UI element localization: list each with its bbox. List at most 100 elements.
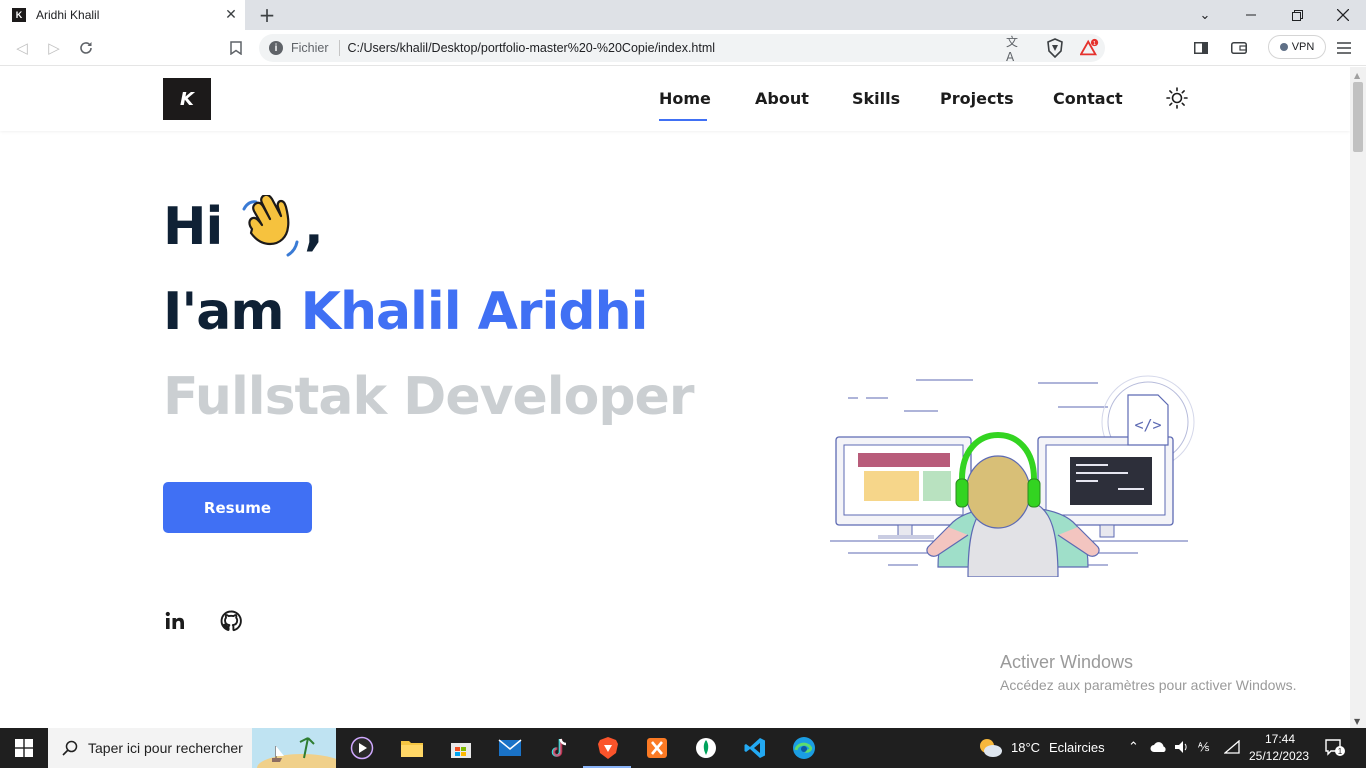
brave-browser-icon[interactable] bbox=[594, 734, 622, 762]
search-highlight-art bbox=[252, 728, 336, 768]
file-explorer-icon[interactable] bbox=[398, 734, 426, 762]
minimize-button[interactable] bbox=[1228, 0, 1274, 30]
windows-activation-title: Activer Windows bbox=[1000, 652, 1134, 672]
bookmark-glyph bbox=[230, 41, 242, 55]
translate-icon[interactable]: 文A bbox=[1006, 35, 1026, 64]
waving-hand-icon bbox=[242, 195, 299, 257]
shield-glyph bbox=[1047, 38, 1063, 58]
forward-icon[interactable]: ▷ bbox=[44, 38, 64, 58]
site-info-icon[interactable]: i bbox=[269, 41, 283, 55]
brave-rewards-icon[interactable]: 1 bbox=[1080, 38, 1100, 58]
edge-icon[interactable] bbox=[790, 734, 818, 762]
url-scheme-label: Fichier bbox=[291, 41, 329, 55]
weather-icon[interactable] bbox=[977, 736, 1003, 760]
hero-name-line: I'am Khalil Aridhi bbox=[163, 282, 649, 342]
xampp-icon[interactable] bbox=[643, 734, 671, 762]
restore-icon bbox=[1291, 9, 1303, 21]
search-icon bbox=[62, 740, 78, 756]
brave-lion-glyph bbox=[598, 737, 618, 759]
browser-tab[interactable]: K Aridhi Khalil ✕ bbox=[0, 0, 245, 30]
onedrive-cloud-icon[interactable] bbox=[1150, 741, 1168, 753]
taskbar-search[interactable]: Taper ici pour rechercher bbox=[48, 728, 336, 768]
volume-icon[interactable] bbox=[1174, 740, 1190, 754]
close-window-button[interactable] bbox=[1320, 0, 1366, 30]
mongodb-compass-icon[interactable] bbox=[692, 734, 720, 762]
windows-taskbar: Taper ici pour rechercher 18°C Eclaircie… bbox=[0, 728, 1366, 768]
nav-projects[interactable]: Projects bbox=[940, 89, 1014, 108]
media-player-glyph bbox=[350, 736, 374, 760]
mongodb-leaf-glyph bbox=[696, 738, 716, 758]
taskbar-clock-date[interactable]: 25/12/2023 bbox=[1249, 749, 1309, 763]
url-text[interactable]: C:/Users/khalil/Desktop/portfolio-master… bbox=[348, 41, 716, 55]
vscode-icon[interactable] bbox=[741, 734, 769, 762]
page-scrollbar[interactable]: ▲ ▼ bbox=[1350, 67, 1366, 728]
mail-glyph bbox=[498, 739, 522, 756]
hamburger-glyph bbox=[1337, 42, 1351, 54]
reload-glyph bbox=[80, 42, 92, 54]
menu-icon[interactable] bbox=[1334, 38, 1354, 58]
nav-about[interactable]: About bbox=[755, 89, 809, 108]
edge-glyph bbox=[793, 737, 815, 759]
svg-text:</>: </> bbox=[1134, 416, 1161, 434]
page-viewport: K Home About Skills Projects Contact Hi … bbox=[0, 67, 1350, 728]
vpn-status-icon bbox=[1279, 43, 1288, 51]
omnibox-divider bbox=[338, 40, 340, 56]
browser-toolbar: ◁ ▷ i Fichier C:/Users/khalil/Desktop/po… bbox=[0, 30, 1366, 66]
tab-title: Aridhi Khalil bbox=[36, 8, 100, 22]
vpn-button[interactable]: VPN bbox=[1268, 35, 1326, 59]
tiktok-icon[interactable] bbox=[545, 734, 573, 762]
back-icon[interactable]: ◁ bbox=[12, 38, 32, 58]
input-method-icon[interactable]: ⅍ bbox=[1198, 740, 1209, 754]
vscode-glyph bbox=[744, 738, 765, 758]
new-tab-button[interactable]: + bbox=[256, 4, 278, 26]
bookmark-icon[interactable] bbox=[226, 38, 246, 58]
close-tab-icon[interactable]: ✕ bbox=[223, 7, 239, 23]
address-bar[interactable]: i Fichier C:/Users/khalil/Desktop/portfo… bbox=[259, 34, 1105, 62]
vpn-label: VPN bbox=[1291, 41, 1315, 53]
rewards-badge: 1 bbox=[1093, 41, 1096, 47]
rewards-glyph: 1 bbox=[1080, 38, 1099, 56]
microsoft-store-icon[interactable] bbox=[447, 734, 475, 762]
show-hidden-icons-chevron-icon[interactable]: ⌃ bbox=[1128, 739, 1139, 755]
github-icon[interactable] bbox=[219, 609, 243, 633]
linkedin-icon[interactable] bbox=[163, 609, 187, 633]
weather-description: Eclaircies bbox=[1049, 740, 1105, 755]
notification-count: 1 bbox=[1338, 747, 1343, 756]
nav-active-indicator bbox=[659, 119, 707, 121]
minimize-icon bbox=[1246, 14, 1256, 16]
hero-iam-prefix: I'am bbox=[163, 282, 301, 342]
reload-icon[interactable] bbox=[76, 38, 96, 58]
hero-name: Khalil Aridhi bbox=[300, 282, 649, 342]
hero-role: Fullstak Developer bbox=[163, 367, 694, 427]
notification-center-icon[interactable]: 1 bbox=[1325, 739, 1345, 757]
scroll-up-arrow-icon[interactable]: ▲ bbox=[1354, 71, 1360, 80]
nav-skills[interactable]: Skills bbox=[852, 89, 900, 108]
resume-button[interactable]: Resume bbox=[163, 482, 312, 533]
media-player-icon[interactable] bbox=[348, 734, 376, 762]
network-icon[interactable] bbox=[1224, 740, 1240, 754]
close-icon bbox=[1337, 9, 1349, 21]
sidebar-icon[interactable] bbox=[1191, 38, 1211, 58]
nav-home[interactable]: Home bbox=[659, 89, 711, 108]
store-glyph bbox=[451, 743, 471, 758]
sun-icon[interactable] bbox=[1166, 87, 1188, 109]
nav-contact[interactable]: Contact bbox=[1053, 89, 1123, 108]
scroll-down-arrow-icon[interactable]: ▼ bbox=[1354, 717, 1360, 726]
weather-temperature: 18°C bbox=[1011, 740, 1041, 755]
site-header: K Home About Skills Projects Contact bbox=[0, 67, 1350, 131]
site-logo[interactable]: K bbox=[163, 78, 211, 120]
mail-icon[interactable] bbox=[496, 734, 524, 762]
site-favicon: K bbox=[12, 8, 26, 22]
xampp-glyph bbox=[647, 738, 667, 758]
developer-illustration: </> bbox=[830, 375, 1195, 577]
folder-glyph bbox=[401, 741, 423, 757]
scroll-thumb[interactable] bbox=[1353, 82, 1363, 152]
hero-comma: , bbox=[304, 197, 324, 257]
start-button[interactable] bbox=[0, 728, 48, 768]
restore-button[interactable] bbox=[1274, 0, 1320, 30]
tiktok-glyph bbox=[551, 738, 567, 757]
tab-search-chevron-icon[interactable]: ⌄ bbox=[1182, 0, 1228, 30]
brave-shield-icon[interactable] bbox=[1045, 38, 1065, 58]
wallet-icon[interactable] bbox=[1229, 38, 1249, 58]
taskbar-clock-time[interactable]: 17:44 bbox=[1265, 732, 1295, 746]
